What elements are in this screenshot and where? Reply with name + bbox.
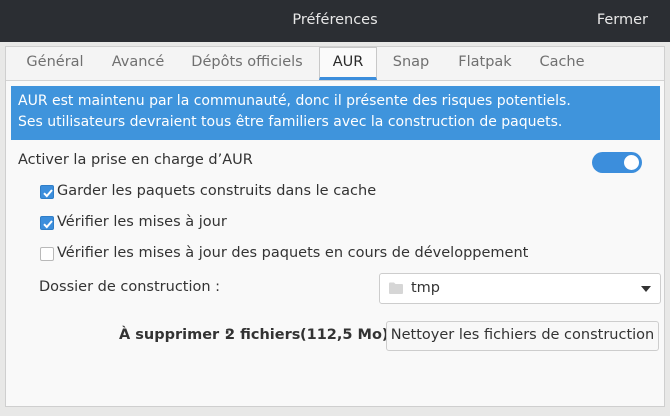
- build-dir-combobox[interactable]: tmp: [379, 273, 661, 304]
- to-delete-count: 2 fichiers: [225, 327, 301, 343]
- tab-snap[interactable]: Snap: [384, 47, 438, 80]
- close-button[interactable]: Fermer: [597, 12, 648, 28]
- build-dir-label: Dossier de construction :: [39, 279, 221, 295]
- tab-official-repos[interactable]: Dépôts officiels: [186, 47, 308, 80]
- check-updates-label[interactable]: Vérifier les mises à jour: [57, 214, 227, 230]
- enable-aur-switch[interactable]: [592, 152, 642, 173]
- check-devel-updates-label[interactable]: Vérifier les mises à jour des paquets en…: [57, 245, 528, 261]
- tab-bar: Général Avancé Dépôts officiels AUR Snap…: [6, 47, 664, 81]
- enable-aur-label: Activer la prise en charge d’AUR: [18, 152, 253, 168]
- folder-icon: [389, 282, 403, 294]
- check-updates-checkbox[interactable]: [40, 216, 54, 230]
- tab-advanced[interactable]: Avancé: [102, 47, 174, 80]
- check-devel-updates-checkbox[interactable]: [40, 247, 54, 261]
- header-bar: Préférences Fermer: [0, 0, 670, 42]
- build-dir-value: tmp: [411, 280, 441, 296]
- banner-line-2: Ses utilisateurs devraient tous être fam…: [18, 114, 563, 130]
- keep-built-packages-checkbox[interactable]: [40, 185, 54, 199]
- tab-aur[interactable]: AUR: [319, 47, 377, 80]
- checkmark-icon: [43, 220, 53, 229]
- triangle-down-icon: [641, 286, 651, 292]
- aur-warning-banner: AUR est maintenu par la communauté, donc…: [11, 86, 660, 140]
- tab-flatpak[interactable]: Flatpak: [451, 47, 519, 80]
- clean-build-files-button[interactable]: Nettoyer les fichiers de construction: [386, 321, 659, 351]
- to-delete-label: À supprimer :: [119, 327, 231, 343]
- keep-built-packages-label[interactable]: Garder les paquets construits dans le ca…: [57, 183, 376, 199]
- banner-line-1: AUR est maintenu par la communauté, donc…: [18, 93, 571, 109]
- tab-cache[interactable]: Cache: [532, 47, 592, 80]
- switch-knob: [624, 155, 639, 170]
- checkmark-icon: [43, 189, 53, 198]
- tab-general[interactable]: Général: [16, 47, 94, 80]
- to-delete-size: (112,5 Mo): [300, 327, 389, 343]
- window-title: Préférences: [292, 12, 378, 28]
- preferences-window: Général Avancé Dépôts officiels AUR Snap…: [5, 46, 665, 407]
